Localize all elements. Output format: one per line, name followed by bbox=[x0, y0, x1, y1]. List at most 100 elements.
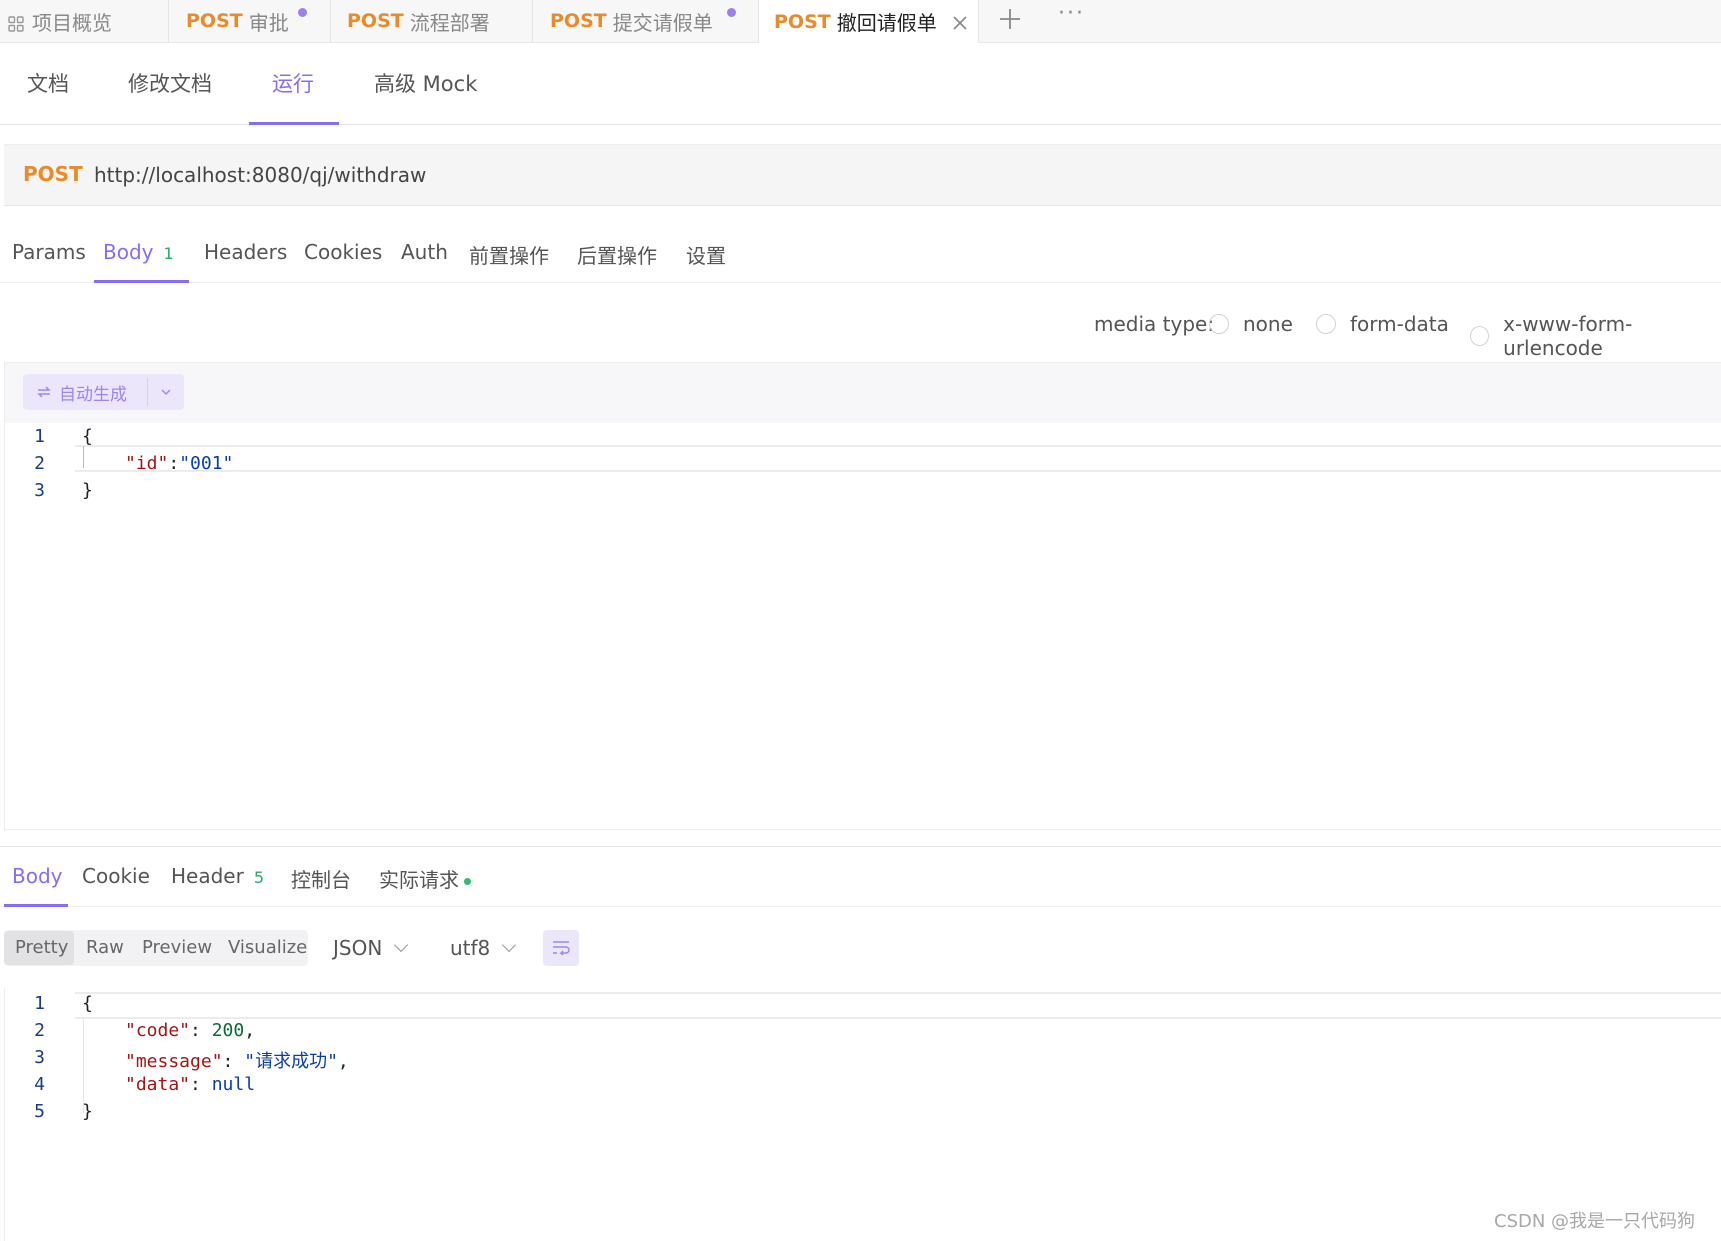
method-label: POST bbox=[347, 10, 404, 32]
tab-label: 提交请假单 bbox=[612, 10, 713, 35]
chevron-down-icon[interactable] bbox=[148, 385, 184, 400]
auto-generate-label-wrap: 自动生成 bbox=[23, 380, 147, 405]
tab-body-label: Body bbox=[103, 240, 154, 264]
count-badge: 1 bbox=[163, 244, 174, 263]
tab-cookies[interactable]: Cookies bbox=[304, 240, 382, 264]
tab-auth[interactable]: Auth bbox=[401, 240, 448, 264]
option-label: x-www-form-urlencode bbox=[1503, 312, 1633, 360]
line-number: 1 bbox=[34, 993, 45, 1014]
line-number: 3 bbox=[34, 480, 45, 501]
response-tab-actual-label: 实际请求 bbox=[379, 868, 459, 892]
wrap-lines-button[interactable] bbox=[543, 930, 579, 966]
indent-guide bbox=[83, 446, 84, 468]
line-number: 1 bbox=[34, 426, 45, 447]
code-line: "id":"001" bbox=[125, 453, 233, 474]
json-null: null bbox=[211, 1074, 256, 1095]
status-dot-icon bbox=[464, 878, 471, 885]
more-tabs-button[interactable]: ··· bbox=[1058, 0, 1085, 34]
grid-icon bbox=[8, 13, 24, 32]
view-preview[interactable]: Preview bbox=[142, 937, 212, 958]
tab-submit-leave[interactable]: POST 提交请假单 bbox=[550, 0, 713, 42]
radio-button[interactable] bbox=[1209, 314, 1229, 334]
tab-run[interactable]: 运行 bbox=[272, 68, 314, 98]
option-label: form-data bbox=[1350, 312, 1449, 336]
add-tab-button[interactable] bbox=[998, 0, 1022, 42]
line-number: 2 bbox=[34, 1020, 45, 1041]
code-brace: } bbox=[82, 480, 93, 501]
tab-approve[interactable]: POST 审批 bbox=[186, 0, 289, 42]
response-tab-header-label: Header bbox=[171, 864, 244, 888]
encoding-value: utf8 bbox=[450, 936, 491, 960]
radio-button[interactable] bbox=[1316, 314, 1336, 334]
code-line: "code": 200, bbox=[125, 1020, 256, 1041]
code-line: "message": "请求成功", bbox=[125, 1051, 349, 1072]
json-key: "id" bbox=[125, 453, 169, 474]
response-tab-actual-request[interactable]: 实际请求 bbox=[379, 864, 471, 893]
code-line: "data": null bbox=[125, 1074, 256, 1095]
tab-pre-ops[interactable]: 前置操作 bbox=[469, 240, 549, 269]
tab-advanced-mock[interactable]: 高级 Mock bbox=[374, 68, 477, 98]
view-pretty[interactable]: Pretty bbox=[15, 937, 68, 958]
active-tab-underline bbox=[249, 122, 339, 125]
tab-divider bbox=[532, 0, 533, 42]
tab-settings[interactable]: 设置 bbox=[686, 240, 726, 269]
response-tab-cookie[interactable]: Cookie bbox=[82, 864, 150, 888]
tab-headers[interactable]: Headers bbox=[204, 240, 287, 264]
response-divider bbox=[0, 846, 1721, 847]
json-key: "code" bbox=[125, 1020, 191, 1041]
url-input[interactable]: http://localhost:8080/qj/withdraw bbox=[94, 163, 426, 187]
method-label: POST bbox=[550, 10, 607, 32]
line-number: 5 bbox=[34, 1101, 45, 1122]
current-line-highlight bbox=[75, 992, 1721, 1019]
tab-label: 项目概览 bbox=[32, 10, 112, 35]
editor-toolbar: 自动生成 bbox=[5, 363, 1721, 423]
current-line-highlight bbox=[75, 445, 1721, 472]
url-bar[interactable]: POST http://localhost:8080/qj/withdraw bbox=[4, 144, 1721, 206]
close-icon[interactable] bbox=[951, 13, 969, 31]
refresh-icon bbox=[35, 384, 53, 400]
active-tab-underline bbox=[94, 280, 189, 283]
tab-params[interactable]: Params bbox=[12, 240, 86, 264]
encoding-select[interactable]: utf8 bbox=[450, 936, 517, 960]
wrap-icon bbox=[552, 940, 570, 960]
option-label: none bbox=[1243, 312, 1293, 336]
tab-post-ops[interactable]: 后置操作 bbox=[577, 240, 657, 269]
count-badge: 5 bbox=[253, 868, 265, 887]
media-option-none[interactable]: none bbox=[1209, 312, 1293, 336]
response-tab-console[interactable]: 控制台 bbox=[291, 864, 351, 893]
format-value: JSON bbox=[333, 936, 383, 960]
tab-body[interactable]: Body 1 bbox=[103, 240, 174, 264]
request-body-editor[interactable]: 自动生成 1 2 3 { "id":"001" } bbox=[4, 362, 1721, 830]
method-select[interactable]: POST bbox=[23, 162, 83, 186]
format-select[interactable]: JSON bbox=[333, 936, 409, 960]
line-number: 2 bbox=[34, 453, 45, 474]
radio-button[interactable] bbox=[1470, 326, 1490, 346]
json-number: 200 bbox=[211, 1020, 245, 1041]
tab-doc[interactable]: 文档 bbox=[27, 68, 69, 98]
tab-label: 审批 bbox=[248, 10, 289, 35]
response-body-viewer[interactable]: 1 2 3 4 5 { "code": 200, "message": "请求成… bbox=[4, 988, 1721, 1241]
more-icon: ··· bbox=[1058, 0, 1085, 26]
tab-divider bbox=[330, 0, 331, 42]
response-tab-header[interactable]: Header 5 bbox=[171, 864, 264, 888]
view-visualize[interactable]: Visualize bbox=[228, 937, 307, 958]
code-brace: { bbox=[82, 993, 93, 1014]
tab-withdraw-leave[interactable]: POST 撤回请假单 bbox=[759, 0, 978, 43]
response-tab-body[interactable]: Body bbox=[12, 864, 63, 888]
json-key: "data" bbox=[125, 1074, 191, 1095]
media-option-urlencoded[interactable]: x-www-form-urlencode bbox=[1470, 312, 1721, 360]
line-number: 4 bbox=[34, 1074, 45, 1095]
auto-generate-button[interactable]: 自动生成 bbox=[23, 374, 184, 410]
json-key: "message" bbox=[125, 1051, 223, 1072]
top-tab-bar: 项目概览 POST 审批 POST 流程部署 POST 提交请假单 POST 撤… bbox=[0, 0, 1721, 43]
chevron-down-icon bbox=[394, 937, 409, 953]
view-raw[interactable]: Raw bbox=[86, 937, 124, 958]
active-tab-underline bbox=[4, 904, 68, 907]
media-option-form-data[interactable]: form-data bbox=[1316, 312, 1449, 336]
method-label: POST bbox=[774, 10, 831, 33]
tab-divider bbox=[978, 0, 979, 42]
code-brace: } bbox=[82, 1101, 93, 1122]
tab-deploy-process[interactable]: POST 流程部署 bbox=[347, 0, 490, 42]
tab-project-overview[interactable]: 项目概览 bbox=[8, 0, 112, 42]
tab-edit-doc[interactable]: 修改文档 bbox=[128, 68, 212, 98]
